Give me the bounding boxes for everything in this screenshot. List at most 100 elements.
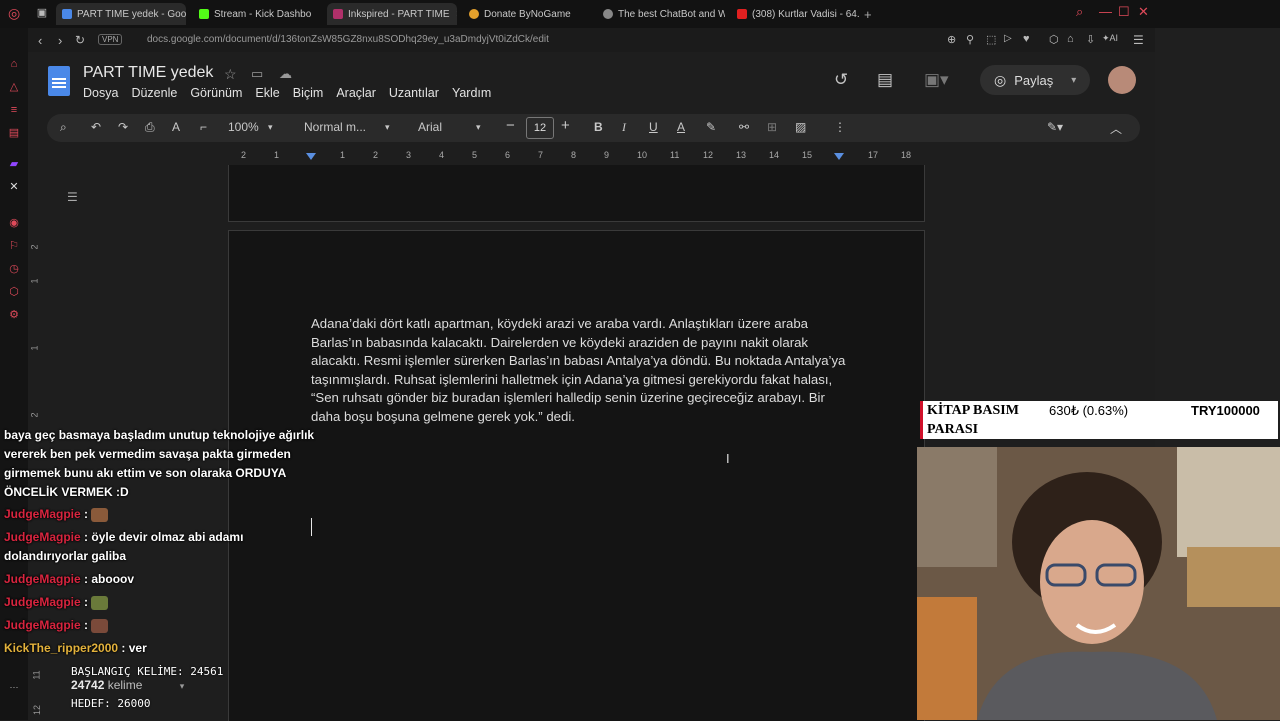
menu-araclar[interactable]: Araçlar <box>336 86 376 100</box>
left-indent-marker[interactable] <box>306 153 316 160</box>
minimize-icon[interactable]: — <box>1099 4 1112 19</box>
style-select[interactable]: Normal m... <box>304 120 366 134</box>
increase-font-icon[interactable]: + <box>561 117 570 134</box>
player-icon[interactable]: ◉ <box>8 217 20 229</box>
zoom-select[interactable]: 100% <box>228 120 259 134</box>
pin-icon[interactable]: ⚲ <box>966 33 974 46</box>
chevron-down-icon[interactable]: ▾ <box>385 122 390 133</box>
spellcheck-icon[interactable]: A <box>172 120 180 134</box>
twitch-icon[interactable]: ▰ <box>8 158 20 170</box>
tab-kick[interactable]: Stream - Kick Dashbo <box>193 3 321 25</box>
menu-icon[interactable]: ☰ <box>1133 33 1144 47</box>
document-paragraph[interactable]: Adana’daki dört katlı apartman, köydeki … <box>311 315 846 427</box>
x-icon[interactable]: ✕ <box>8 181 20 193</box>
back-icon[interactable]: ‹ <box>38 33 42 48</box>
forward-icon[interactable]: › <box>58 33 62 48</box>
tab-docs[interactable]: PART TIME yedek - Googl <box>56 3 186 25</box>
new-tab-button[interactable]: + <box>864 3 884 25</box>
tab-label: Donate ByNoGame <box>484 8 571 20</box>
paint-format-icon[interactable]: ⌐ <box>200 120 207 134</box>
history-icon[interactable]: ◷ <box>8 263 20 275</box>
previous-page <box>228 165 925 222</box>
redo-icon[interactable]: ↷ <box>118 120 128 134</box>
bold-icon[interactable]: B <box>594 120 603 134</box>
insert-image-icon[interactable]: ▨ <box>795 120 806 134</box>
reload-icon[interactable]: ↻ <box>75 33 85 47</box>
tab-workspace-icon[interactable]: ▣ <box>36 7 48 19</box>
menu-yardim[interactable]: Yardım <box>452 86 491 100</box>
document-page[interactable] <box>228 230 925 721</box>
text-color-icon[interactable]: A <box>677 120 685 134</box>
chevron-down-icon[interactable]: ▾ <box>180 681 185 691</box>
tab-label: Stream - Kick Dashbo <box>214 8 312 20</box>
chevron-down-icon[interactable]: ▾ <box>1071 75 1076 86</box>
menu-uzantilar[interactable]: Uzantılar <box>389 86 439 100</box>
docs-logo-icon[interactable] <box>48 66 70 96</box>
right-indent-marker[interactable] <box>834 153 844 160</box>
ruler-number: 4 <box>439 150 445 160</box>
version-history-icon[interactable]: ↺ <box>834 70 848 90</box>
download-icon[interactable]: ⇩ <box>1086 33 1095 46</box>
word-count-widget[interactable]: 24742 kelime ▾ <box>71 678 184 692</box>
search-icon[interactable]: ⌕ <box>60 120 67 135</box>
settings-icon[interactable]: ⚙ <box>8 309 20 321</box>
folder-icon[interactable]: ▭ <box>251 66 263 82</box>
tab-donate[interactable]: Donate ByNoGame <box>463 3 591 25</box>
italic-icon[interactable]: I <box>622 120 626 135</box>
emote-icon <box>91 618 109 633</box>
font-size-input[interactable]: 12 <box>526 117 554 139</box>
chat-nick: JudgeMagpie <box>4 595 81 609</box>
ruler-number: 8 <box>571 150 577 160</box>
vpn-badge[interactable]: VPN <box>98 34 123 45</box>
meet-icon[interactable]: ▣▾ <box>924 70 949 90</box>
search-tabs-icon[interactable]: ⌕ <box>1076 4 1083 20</box>
ai-icon[interactable]: ✦AI <box>1102 33 1118 44</box>
tab-inkspired[interactable]: Inkspired - PART TIME ✕ <box>327 3 457 25</box>
menu-bicim[interactable]: Biçim <box>293 86 324 100</box>
editing-mode-icon[interactable]: ✎▾ <box>1047 120 1063 134</box>
maximize-icon[interactable]: ☐ <box>1118 4 1130 20</box>
collapse-menu-icon[interactable]: ︿ <box>1110 120 1122 137</box>
document-outline-icon[interactable]: ☰ <box>67 190 78 204</box>
link-icon[interactable]: ⚯ <box>739 120 749 134</box>
menu-ekle[interactable]: Ekle <box>255 86 279 100</box>
tab-chatbot[interactable]: The best ChatBot and Wid <box>597 3 725 25</box>
star-icon[interactable]: ☆ <box>224 66 237 83</box>
ai-sidebar-icon[interactable]: △ <box>8 81 20 93</box>
cloud-icon[interactable]: ☁ <box>279 66 292 82</box>
highlight-icon[interactable]: ✎ <box>706 120 716 134</box>
more-options-icon[interactable]: ⋮ <box>834 120 846 134</box>
underline-icon[interactable]: U <box>649 120 658 134</box>
extensions-icon[interactable]: ⬡ <box>1049 33 1059 46</box>
messenger-icon[interactable]: ▤ <box>8 127 20 139</box>
url-field[interactable]: docs.google.com/document/d/136tonZsW85GZ… <box>147 34 549 45</box>
opera-logo-icon[interactable]: ◎ <box>8 6 20 20</box>
bookmark-icon[interactable]: ⚐ <box>8 240 20 252</box>
close-tab-icon[interactable]: ✕ <box>450 9 457 20</box>
menu-dosya[interactable]: Dosya <box>83 86 118 100</box>
font-select[interactable]: Arial <box>418 120 442 134</box>
close-window-icon[interactable]: ✕ <box>1138 4 1149 20</box>
wallet-icon[interactable]: ⌂ <box>1067 33 1074 45</box>
home-icon[interactable]: ⌂ <box>8 58 20 70</box>
feed-icon[interactable]: ≡ <box>8 104 20 116</box>
add-comment-icon[interactable]: ⊞ <box>767 120 777 134</box>
undo-icon[interactable]: ↶ <box>91 120 101 134</box>
chevron-down-icon[interactable]: ▾ <box>476 122 481 133</box>
zoom-icon[interactable]: ⊕ <box>947 33 956 46</box>
snapshot-icon[interactable]: ⬚ <box>986 33 996 46</box>
heart-icon[interactable]: ♥ <box>1023 33 1030 45</box>
comments-icon[interactable]: ▤ <box>877 70 893 90</box>
share-button[interactable]: ◎ Paylaş ▾ <box>980 65 1090 95</box>
tab-youtube[interactable]: (308) Kurtlar Vadisi - 64.B <box>731 3 859 25</box>
avatar[interactable] <box>1108 66 1136 94</box>
menu-gorunum[interactable]: Görünüm <box>190 86 242 100</box>
decrease-font-icon[interactable]: − <box>506 117 515 134</box>
menu-duzenle[interactable]: Düzenle <box>131 86 177 100</box>
extensions-sidebar-icon[interactable]: ⬡ <box>8 286 20 298</box>
sidebar-more-icon[interactable]: ⋯ <box>8 681 20 693</box>
play-icon[interactable]: ▷ <box>1004 33 1012 44</box>
chevron-down-icon[interactable]: ▾ <box>268 122 273 133</box>
print-icon[interactable]: ⎙ <box>145 120 155 135</box>
document-title[interactable]: PART TIME yedek <box>83 64 213 82</box>
